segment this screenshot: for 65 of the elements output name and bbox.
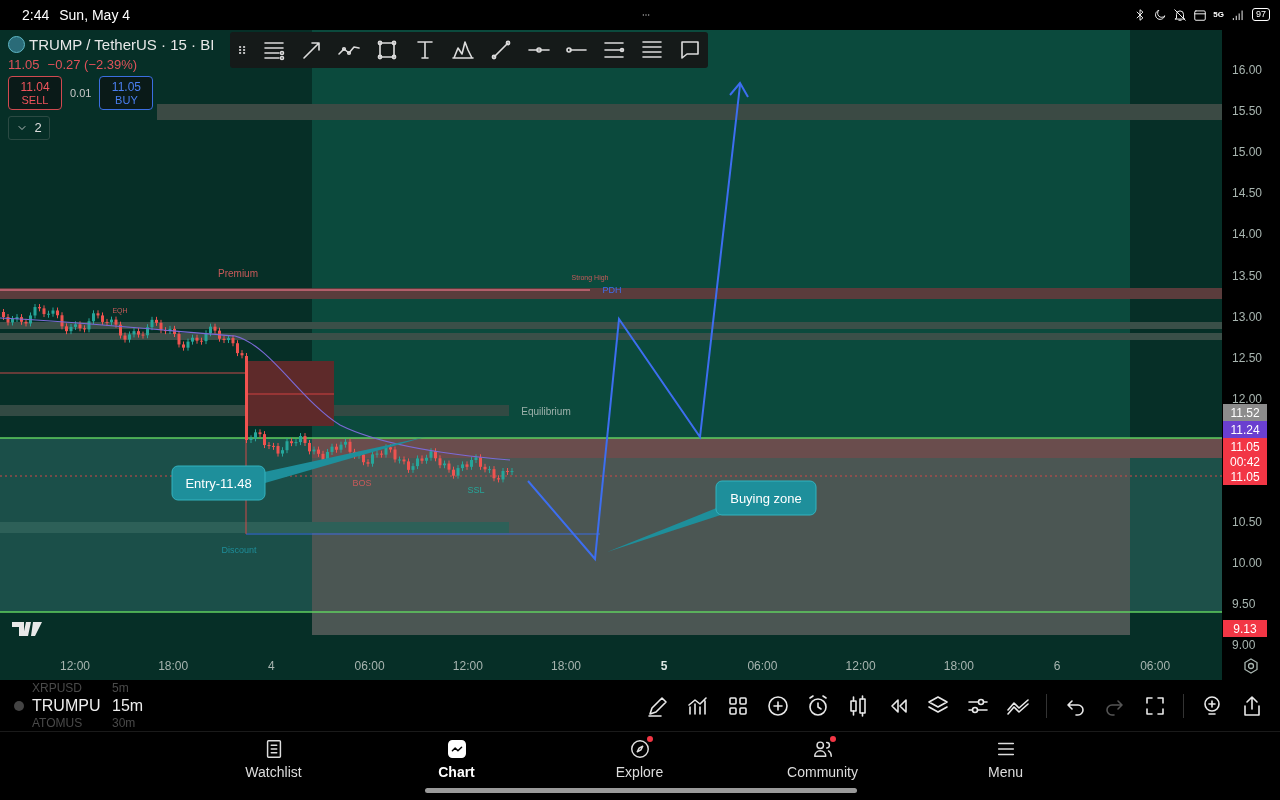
chart-icon	[445, 738, 468, 761]
time-tick: 4	[268, 658, 275, 673]
price-tick: 15.00	[1232, 145, 1263, 159]
compass-icon	[628, 738, 651, 761]
zone-label: BOS	[352, 477, 372, 488]
price-change: −0.27 (−2.39%)	[47, 56, 138, 72]
nav-tab[interactable]: Watchlist	[182, 732, 365, 781]
zone-label: PDH	[602, 284, 622, 295]
battery-indicator: 97	[1252, 8, 1270, 22]
time-tick: 12:00	[60, 658, 90, 673]
indicators-toggle[interactable]: 2	[8, 115, 50, 140]
price-tick: 13.50	[1232, 268, 1263, 283]
price-tick: 10.50	[1232, 514, 1263, 529]
notification-dot	[829, 736, 836, 743]
alarm-icon[interactable]	[806, 693, 830, 718]
price-tick: 9.00	[1232, 638, 1256, 653]
time-tick: 12:00	[452, 658, 483, 673]
calendar-icon	[1193, 7, 1208, 22]
moon-icon	[1153, 7, 1168, 22]
time-tick: 06:00	[354, 658, 385, 673]
network-label: 5G	[1213, 10, 1224, 20]
buy-button[interactable]: 11.05 BUY	[99, 75, 154, 110]
plus-circle-icon[interactable]	[766, 693, 790, 718]
time-tick: 06:00	[747, 658, 778, 673]
nav-tab[interactable]: Community	[731, 732, 914, 781]
time-tick: 18:00	[943, 658, 974, 673]
price-tag: 11.52	[1223, 403, 1267, 421]
time-tick: 12:00	[845, 658, 876, 673]
signal-icon	[1230, 7, 1246, 22]
zone-label: Equilibrium	[521, 405, 571, 417]
clock-time: 2:44	[22, 6, 50, 23]
price-tag: 11.05 00:42 11.05	[1223, 437, 1267, 485]
price-tick: 14.50	[1232, 186, 1263, 201]
last-price: 11.05	[8, 56, 40, 72]
sell-button[interactable]: 11.04 SELL	[8, 75, 62, 110]
zone-label: Discount	[221, 544, 257, 555]
buying-zone-callout: Buying zone	[607, 480, 817, 552]
time-tick: 18:00	[158, 658, 189, 673]
coin-icon	[14, 700, 24, 711]
symbol-picker-item[interactable]: TRUMPU 15m	[32, 695, 144, 716]
price-tick: 15.50	[1232, 103, 1263, 118]
nav-tab[interactable]: Chart	[365, 732, 548, 781]
price-tag: 9.13	[1223, 619, 1267, 637]
date-text: Sun, May 4	[59, 6, 131, 23]
settings-icon[interactable]	[1244, 658, 1258, 674]
notification-dot	[646, 736, 653, 743]
bell-off-icon	[1173, 7, 1188, 22]
time-tick: 06:00	[1140, 658, 1171, 673]
time-tick: 18:00	[551, 658, 581, 673]
price-tick: 16.00	[1232, 62, 1263, 77]
time-tick: 6	[1053, 658, 1061, 673]
zone-label: Premium	[218, 267, 258, 279]
spread-value: 0.01	[70, 86, 92, 99]
price-tick: 10.00	[1232, 556, 1263, 570]
nav-tab[interactable]: Explore	[548, 732, 731, 781]
price-tick: 9.50	[1232, 597, 1256, 612]
nav-tab[interactable]: Menu	[914, 732, 1097, 781]
symbol-title[interactable]: TRUMP / TetherUS · 15 · BI	[29, 35, 215, 53]
price-tick: 13.00	[1232, 309, 1263, 324]
time-tick: 5	[660, 658, 668, 673]
logo-icon	[12, 621, 42, 636]
zone-label: SSL	[467, 484, 485, 495]
price-tick: 14.00	[1232, 227, 1263, 242]
price-tick: 12.00	[1232, 391, 1263, 406]
price-tick: 12.50	[1232, 350, 1263, 365]
